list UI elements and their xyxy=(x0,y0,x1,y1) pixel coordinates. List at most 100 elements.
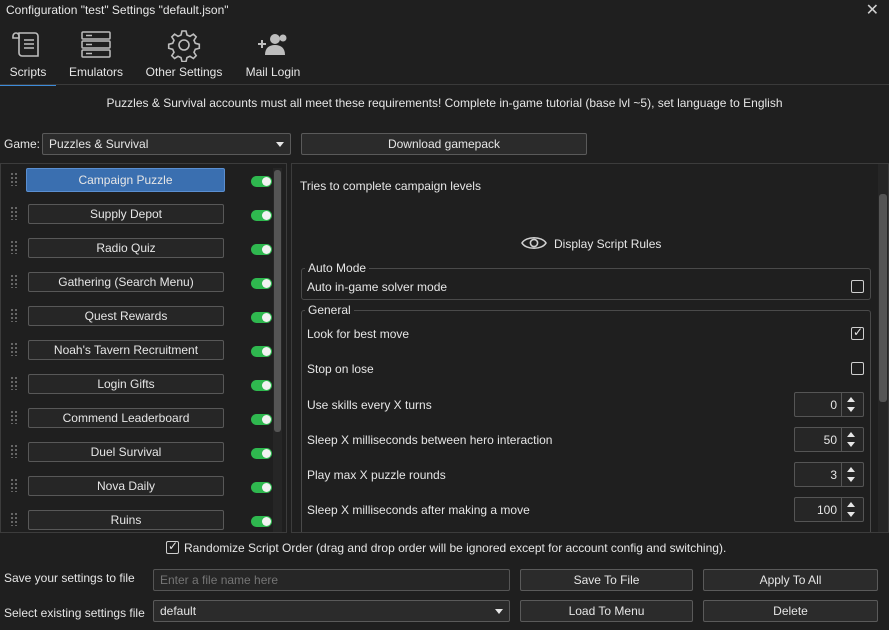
script-toggle[interactable] xyxy=(251,278,272,289)
apply-to-all-button[interactable]: Apply To All xyxy=(703,569,878,591)
download-gamepack-button[interactable]: Download gamepack xyxy=(301,133,587,155)
drag-handle-icon[interactable] xyxy=(10,444,18,458)
randomize-checkbox[interactable] xyxy=(166,539,179,554)
drag-handle-icon[interactable] xyxy=(10,274,18,288)
delete-button[interactable]: Delete xyxy=(703,600,878,622)
list-item: Noah's Tavern Recruitment xyxy=(1,334,272,368)
list-item: Supply Depot xyxy=(1,198,272,232)
script-toggle[interactable] xyxy=(251,210,272,221)
script-toggle[interactable] xyxy=(251,176,272,187)
script-toggle[interactable] xyxy=(251,380,272,391)
tab-label: Mail Login xyxy=(245,65,301,79)
best-move-checkbox[interactable] xyxy=(851,325,864,340)
drag-handle-icon[interactable] xyxy=(10,512,18,526)
settings-file-select[interactable]: default xyxy=(153,600,510,622)
game-label: Game: xyxy=(4,137,41,151)
drag-handle-icon[interactable] xyxy=(10,308,18,322)
list-item: Radio Quiz xyxy=(1,232,272,266)
list-item: Nova Daily xyxy=(1,470,272,504)
script-button[interactable]: Login Gifts xyxy=(28,374,224,394)
script-button[interactable]: Gathering (Search Menu) xyxy=(28,272,224,292)
skills-turns-label: Use skills every X turns xyxy=(307,398,432,412)
script-button[interactable]: Noah's Tavern Recruitment xyxy=(28,340,224,360)
gear-icon xyxy=(167,30,201,62)
chevron-down-icon[interactable] xyxy=(847,477,855,482)
scripts-scrollbar-thumb[interactable] xyxy=(274,170,281,432)
script-toggle[interactable] xyxy=(251,448,272,459)
tab-label: Scripts xyxy=(9,65,47,79)
details-scrollbar-thumb[interactable] xyxy=(879,194,887,402)
script-toggle[interactable] xyxy=(251,414,272,425)
script-button[interactable]: Duel Survival xyxy=(28,442,224,462)
script-toggle[interactable] xyxy=(251,244,272,255)
drag-handle-icon[interactable] xyxy=(10,240,18,254)
tab-divider xyxy=(0,84,889,85)
stop-on-lose-checkbox[interactable] xyxy=(851,362,864,375)
chevron-down-icon[interactable] xyxy=(847,512,855,517)
tab-label: Other Settings xyxy=(145,65,223,79)
script-toggle[interactable] xyxy=(251,346,272,357)
chevron-up-icon[interactable] xyxy=(847,432,855,437)
script-button[interactable]: Commend Leaderboard xyxy=(28,408,224,428)
script-button[interactable]: Radio Quiz xyxy=(28,238,224,258)
max-rounds-label: Play max X puzzle rounds xyxy=(307,468,446,482)
drag-handle-icon[interactable] xyxy=(10,206,18,220)
window-title: Configuration "test" Settings "default.j… xyxy=(6,3,229,17)
list-item: Quest Rewards xyxy=(1,300,272,334)
eye-icon xyxy=(521,236,547,250)
script-button[interactable]: Ruins xyxy=(28,510,224,530)
tab-label: Emulators xyxy=(68,65,124,79)
script-toggle[interactable] xyxy=(251,516,272,527)
randomize-label: Randomize Script Order (drag and drop or… xyxy=(184,541,727,555)
drag-handle-icon[interactable] xyxy=(10,478,18,492)
move-sleep-label: Sleep X milliseconds after making a move xyxy=(307,503,530,517)
scroll-icon xyxy=(12,32,39,57)
save-label: Save your settings to file xyxy=(4,571,135,585)
tab-emulators[interactable]: Emulators xyxy=(64,22,128,84)
load-to-menu-button[interactable]: Load To Menu xyxy=(520,600,693,622)
tab-mail-login[interactable]: Mail Login xyxy=(242,22,304,84)
game-select[interactable]: Puzzles & Survival xyxy=(42,133,291,155)
script-button[interactable]: Nova Daily xyxy=(28,476,224,496)
stepper-divider xyxy=(841,498,842,521)
stepper-value: 3 xyxy=(830,468,837,482)
drag-handle-icon[interactable] xyxy=(10,410,18,424)
stepper-value: 100 xyxy=(816,503,837,517)
close-icon[interactable]: ✕ xyxy=(866,0,879,20)
tab-other-settings[interactable]: Other Settings xyxy=(142,22,226,84)
drag-handle-icon[interactable] xyxy=(10,172,18,186)
display-script-rules-label: Display Script Rules xyxy=(554,237,662,251)
chevron-up-icon[interactable] xyxy=(847,502,855,507)
script-button[interactable]: Campaign Puzzle xyxy=(26,168,225,192)
display-script-rules-button[interactable]: Display Script Rules xyxy=(521,233,661,255)
auto-solver-checkbox[interactable] xyxy=(851,280,864,293)
title-bar: Configuration "test" Settings "default.j… xyxy=(0,0,889,20)
script-button[interactable]: Supply Depot xyxy=(28,204,224,224)
script-toggle[interactable] xyxy=(251,312,272,323)
list-item: Campaign Puzzle xyxy=(1,164,272,198)
scripts-list: Campaign Puzzle Supply Depot Radio Quiz … xyxy=(0,163,287,533)
add-user-icon xyxy=(258,34,287,55)
best-move-label: Look for best move xyxy=(307,327,410,341)
chevron-up-icon[interactable] xyxy=(847,397,855,402)
file-name-input[interactable] xyxy=(153,569,510,591)
chevron-down-icon[interactable] xyxy=(847,407,855,412)
save-to-file-button[interactable]: Save To File xyxy=(520,569,693,591)
game-select-value: Puzzles & Survival xyxy=(49,137,149,151)
script-toggle[interactable] xyxy=(251,482,272,493)
tab-scripts[interactable]: Scripts xyxy=(0,22,56,86)
hero-sleep-stepper[interactable]: 50 xyxy=(794,427,864,452)
list-item: Duel Survival xyxy=(1,436,272,470)
list-item: Gathering (Search Menu) xyxy=(1,266,272,300)
chevron-down-icon xyxy=(276,142,284,147)
stepper-value: 50 xyxy=(823,433,837,447)
move-sleep-stepper[interactable]: 100 xyxy=(794,497,864,522)
drag-handle-icon[interactable] xyxy=(10,376,18,390)
chevron-up-icon[interactable] xyxy=(847,467,855,472)
stepper-divider xyxy=(841,428,842,451)
script-button[interactable]: Quest Rewards xyxy=(28,306,224,326)
skills-turns-stepper[interactable]: 0 xyxy=(794,392,864,417)
max-rounds-stepper[interactable]: 3 xyxy=(794,462,864,487)
drag-handle-icon[interactable] xyxy=(10,342,18,356)
chevron-down-icon[interactable] xyxy=(847,442,855,447)
